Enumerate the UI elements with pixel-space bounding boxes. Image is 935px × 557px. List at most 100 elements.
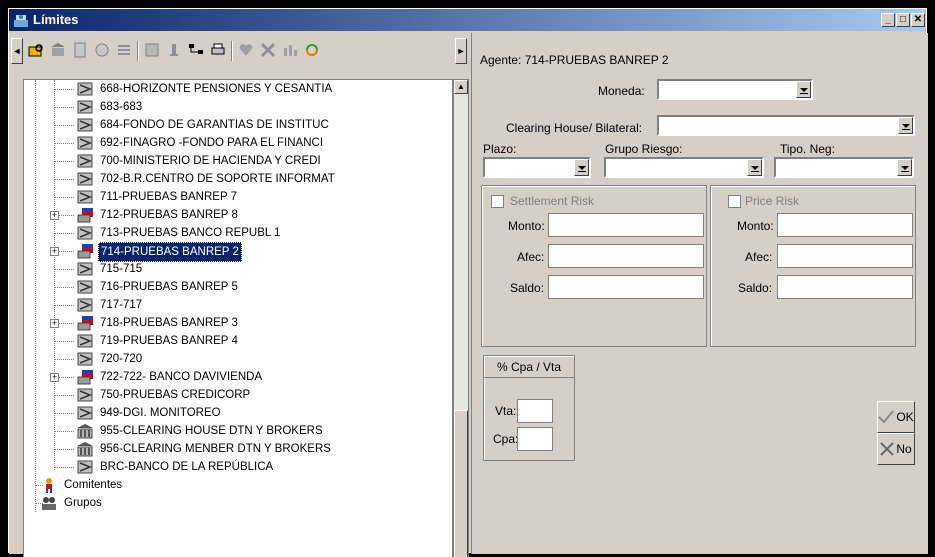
tree-item[interactable]: 949-DGI. MONITOREO [54, 404, 434, 422]
tree-item[interactable]: 714-PRUEBAS BANREP 2 [54, 242, 434, 262]
heart-icon[interactable] [237, 41, 255, 59]
edit-icon[interactable] [143, 41, 161, 59]
tree-item[interactable]: 683-683 [54, 98, 434, 116]
toolbar: ◄ ► [11, 35, 467, 65]
agent-tree[interactable]: 668-HORIZONTE PENSIONES Y CESANTIA 683-68… [23, 79, 453, 557]
moneda-label: Moneda: [598, 84, 645, 98]
scroll-thumb[interactable] [454, 410, 468, 557]
maximize-button[interactable]: □ [896, 13, 910, 27]
price-monto-field[interactable] [777, 213, 913, 237]
settlement-monto-field[interactable] [548, 213, 704, 237]
cpa-vta-group: % Cpa / Vta Vta: Cpa: [483, 355, 575, 461]
chevron-down-icon[interactable] [796, 81, 811, 98]
tree-item-label: 715-715 [100, 263, 143, 275]
expand-icon[interactable]: + [50, 211, 59, 220]
title-bar[interactable]: Límites _ □ ✕ [9, 9, 926, 31]
tree-root-item[interactable]: Grupos [35, 494, 238, 512]
tree-item[interactable]: 722-722- BANCO DAVIVIENDA [54, 368, 434, 386]
chart-icon[interactable] [281, 41, 299, 59]
delete-icon[interactable] [259, 41, 277, 59]
tree-item-label: 714-PRUEBAS BANREP 2 [98, 242, 242, 262]
tree-scrollbar[interactable]: ▲ ▼ [453, 79, 469, 557]
agent-icon [77, 388, 93, 402]
expand-icon[interactable]: + [50, 247, 59, 256]
tree-item[interactable]: 715-715 [54, 260, 434, 278]
plazo-select[interactable] [483, 157, 591, 178]
search-folder-icon[interactable] [27, 41, 45, 59]
tree-item[interactable]: 668-HORIZONTE PENSIONES Y CESANTIA [54, 80, 434, 98]
ok-button[interactable]: OK [877, 401, 915, 433]
tree-icon[interactable] [187, 41, 205, 59]
toolbar-scroll-right-button[interactable]: ► [455, 38, 467, 64]
document-icon[interactable] [71, 41, 89, 59]
settlement-risk-checkbox[interactable] [491, 195, 504, 208]
tree-line [54, 395, 74, 396]
clearing-select[interactable] [657, 115, 915, 136]
tree-item[interactable]: 718-PRUEBAS BANREP 3 [54, 314, 434, 332]
tree-item[interactable]: 717-717 [54, 296, 434, 314]
print-icon[interactable] [209, 41, 227, 59]
agent-icon [77, 262, 93, 276]
tipo-neg-select[interactable] [774, 157, 914, 178]
settlement-risk-group: Settlement Risk Monto: Afec: Saldo: [481, 185, 707, 347]
agent-icon [77, 280, 93, 294]
toolbar-scroll-left-button[interactable]: ◄ [11, 38, 23, 64]
price-risk-label: Price Risk [745, 194, 800, 208]
scroll-up-button[interactable]: ▲ [454, 80, 468, 94]
chevron-down-icon[interactable] [574, 159, 589, 176]
tree-item-label: 702-B.R.CENTRO DE SOPORTE INFORMAT [100, 173, 335, 185]
tree-item[interactable]: 956-CLEARING MENBER DTN Y BROKERS [54, 440, 434, 458]
list-icon[interactable] [115, 41, 133, 59]
tree-item[interactable]: 750-PRUEBAS CREDICORP [54, 386, 434, 404]
bank-icon[interactable] [49, 41, 67, 59]
tree-line [54, 269, 74, 270]
expand-icon[interactable]: + [50, 373, 59, 382]
chevron-down-icon[interactable] [898, 117, 913, 134]
close-button[interactable]: ✕ [911, 13, 925, 27]
settlement-afec-field[interactable] [548, 244, 704, 268]
right-pane: Agente: 714-PRUEBAS BANREP 2 Moneda: Cle… [471, 33, 928, 554]
tree-item[interactable]: 702-B.R.CENTRO DE SOPORTE INFORMAT [54, 170, 434, 188]
tree-item[interactable]: 719-PRUEBAS BANREP 4 [54, 332, 434, 350]
tree-line [54, 467, 74, 468]
tree-item[interactable]: 684-FONDO DE GARANTIAS DE INSTITUC [54, 116, 434, 134]
toolbar-separator [231, 41, 233, 61]
moneda-select[interactable] [657, 79, 813, 100]
tipo-neg-label: Tipo. Neg: [780, 142, 835, 156]
tree-root-item[interactable]: Comitentes [35, 476, 238, 494]
chevron-down-icon[interactable] [897, 159, 912, 176]
tree-line [54, 287, 74, 288]
pin-icon[interactable] [165, 41, 183, 59]
price-risk-checkbox[interactable] [728, 195, 741, 208]
grupo-riesgo-select[interactable] [604, 157, 764, 178]
tree-line [54, 431, 74, 432]
vta-field[interactable] [517, 399, 553, 423]
chevron-down-icon[interactable] [747, 159, 762, 176]
dial-icon[interactable] [93, 41, 111, 59]
tree-item[interactable]: 720-720 [54, 350, 434, 368]
expand-icon[interactable]: + [50, 319, 59, 328]
tree-item-label: 683-683 [100, 101, 143, 113]
tree-item[interactable]: 711-PRUEBAS BANREP 7 [54, 188, 434, 206]
tree-item[interactable]: BRC-BANCO DE LA REPÚBLICA [54, 458, 434, 476]
tree-item[interactable]: 692-FINAGRO -FONDO PARA EL FINANCI [54, 134, 434, 152]
tree-line [54, 341, 74, 342]
refresh-icon[interactable] [303, 41, 321, 59]
price-saldo-field[interactable] [777, 275, 913, 299]
tree-item-label: 692-FINAGRO -FONDO PARA EL FINANCI [100, 137, 324, 149]
no-button[interactable]: No [877, 433, 915, 465]
tree-item[interactable]: 700-MINISTERIO DE HACIENDA Y CREDI [54, 152, 434, 170]
tree-line [54, 233, 74, 234]
tree-item-label: 750-PRUEBAS CREDICORP [100, 389, 251, 401]
tree-line [54, 197, 74, 198]
tree-item[interactable]: 716-PRUEBAS BANREP 5 [54, 278, 434, 296]
tree-item-label: 700-MINISTERIO DE HACIENDA Y CREDI [100, 155, 321, 167]
price-afec-field[interactable] [777, 244, 913, 268]
minimize-button[interactable]: _ [881, 13, 895, 27]
cpa-field[interactable] [517, 427, 553, 451]
tree-item[interactable]: 713-PRUEBAS BANCO REPUBL 1 [54, 224, 434, 242]
tree-item[interactable]: 712-PRUEBAS BANREP 8 [54, 206, 434, 224]
agent-icon [77, 172, 93, 186]
tree-item[interactable]: 955-CLEARING HOUSE DTN Y BROKERS [54, 422, 434, 440]
settlement-saldo-field[interactable] [548, 275, 704, 299]
